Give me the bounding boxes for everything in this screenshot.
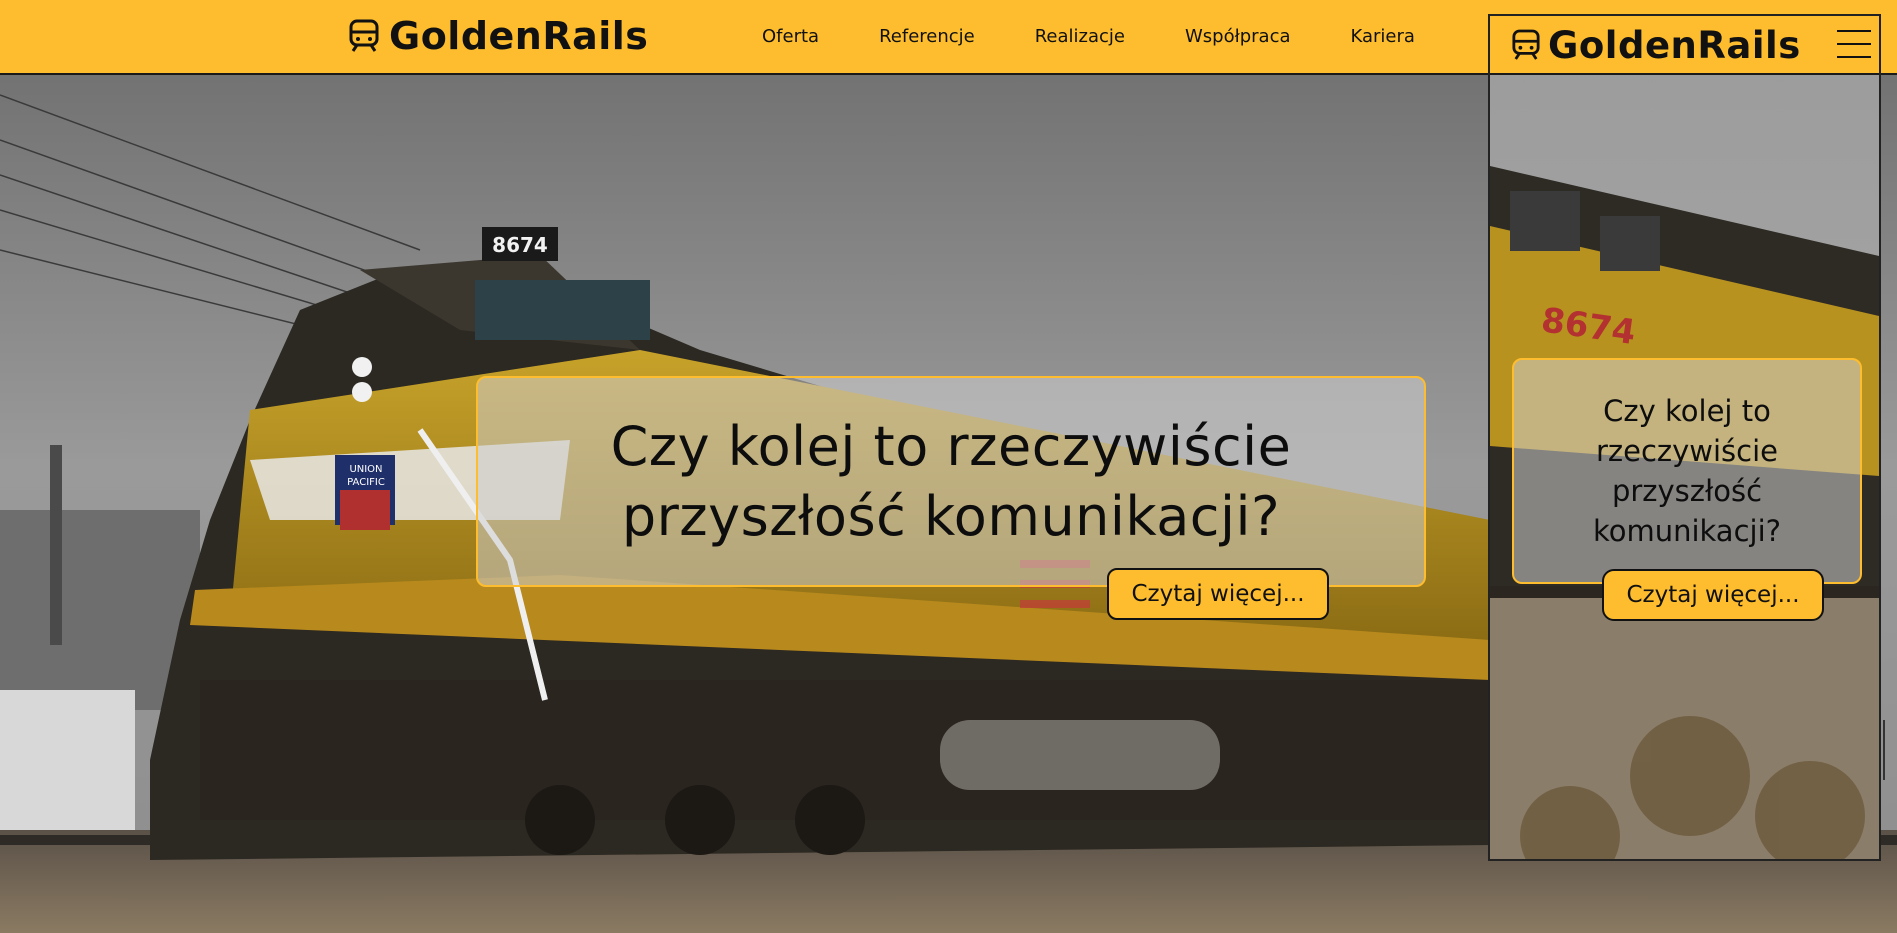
hero-headline-card: Czy kolej to rzeczywiście przyszłość kom… <box>476 376 1426 587</box>
hamburger-menu-icon[interactable] <box>1837 30 1871 58</box>
mobile-preview-panel: 8674 GoldenRails Czy kolej to rzeczywiśc… <box>1488 14 1881 861</box>
nav-item-realizacje[interactable]: Realizacje <box>1005 26 1155 47</box>
svg-text:PACIFIC: PACIFIC <box>347 477 385 488</box>
nav-item-wspolpraca[interactable]: Współpraca <box>1155 26 1321 47</box>
brand-name: GoldenRails <box>389 14 649 58</box>
read-more-button[interactable]: Czytaj więcej... <box>1107 568 1329 620</box>
mobile-brand-name: GoldenRails <box>1548 23 1801 67</box>
mobile-brand-logo[interactable]: GoldenRails <box>1512 23 1801 67</box>
mobile-header: GoldenRails <box>1490 16 1879 75</box>
train-icon <box>349 19 379 52</box>
nav-item-referencje[interactable]: Referencje <box>849 26 1005 47</box>
brand-logo[interactable]: GoldenRails <box>349 14 648 58</box>
hero-headline-line-2: przyszłość komunikacji? <box>621 484 1281 548</box>
hero-headline: Czy kolej to rzeczywiście przyszłość kom… <box>611 412 1292 552</box>
mobile-hero-headline: Czy kolej to rzeczywiście przyszłość kom… <box>1592 394 1782 548</box>
mobile-read-more-button[interactable]: Czytaj więcej... <box>1602 569 1824 621</box>
main-nav: Oferta Referencje Realizacje Współpraca … <box>732 0 1445 73</box>
nav-item-oferta[interactable]: Oferta <box>732 26 849 47</box>
locomotive-number-plate: 8674 <box>492 233 548 257</box>
nav-item-kariera[interactable]: Kariera <box>1321 26 1445 47</box>
mobile-hero-headline-card: Czy kolej to rzeczywiście przyszłość kom… <box>1512 358 1862 584</box>
svg-text:UNION: UNION <box>349 464 382 475</box>
page-edge-divider <box>1883 720 1885 780</box>
hero-headline-line-1: Czy kolej to rzeczywiście <box>610 414 1292 478</box>
train-icon <box>1512 29 1540 60</box>
